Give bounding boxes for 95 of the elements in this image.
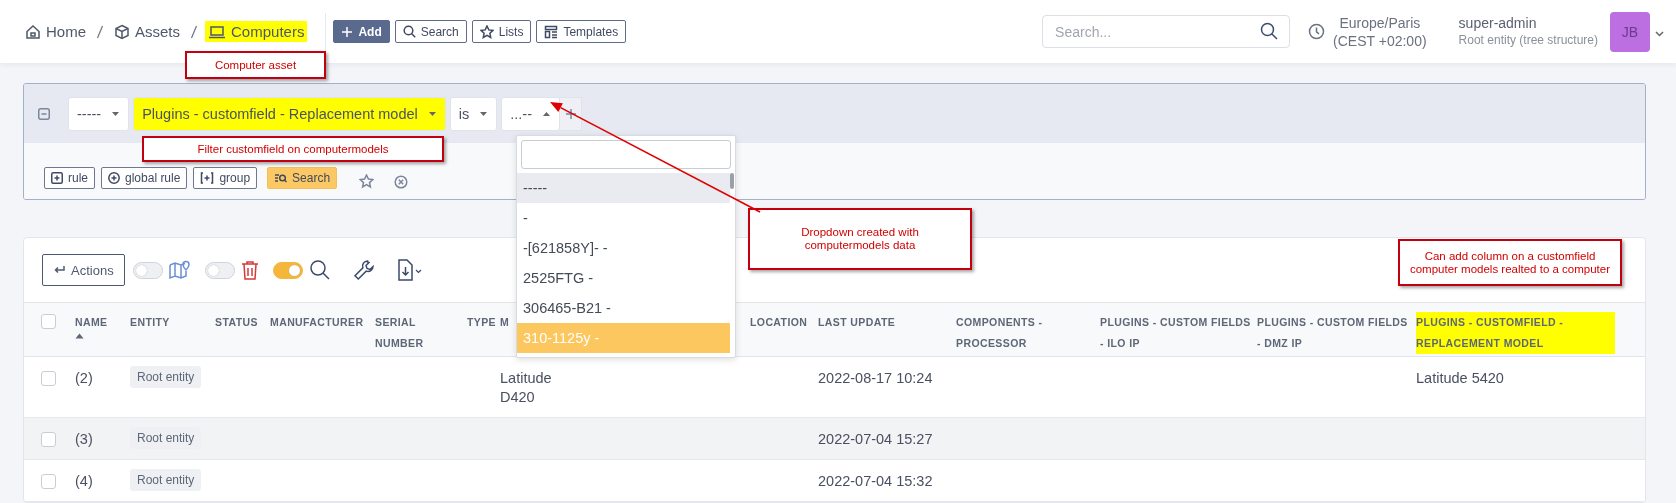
rule-button[interactable]: rule [44,167,95,189]
sort-ascending-icon [75,333,84,339]
return-arrow-icon [53,264,65,276]
user-name: super-admin [1458,14,1538,32]
dropdown-search-field[interactable] [521,140,731,169]
dropdown-option[interactable]: - [517,203,730,233]
entity-badge: Root entity [130,469,202,491]
name-link[interactable]: (4) [75,473,93,489]
plus-square-icon [51,172,63,184]
row-checkbox[interactable] [41,474,56,489]
table-cell: 2022-07-04 15:27 [818,431,933,447]
caret-up-icon [542,110,551,117]
column-header[interactable]: PLUGINS - CUSTOM FIELDS - DMZ IP [1257,312,1410,354]
caret-down-icon [1655,31,1664,37]
column-header[interactable]: ENTITY [130,312,170,333]
breadcrumb-separator [96,24,104,39]
search-field[interactable]: Search... [1042,15,1291,48]
filter-select[interactable]: Plugins - customfield - Replacement model [133,96,446,131]
column-header[interactable]: NAME [75,312,108,333]
plus-icon [341,25,354,38]
plus-icon [564,107,577,120]
dropdown-option[interactable]: 2525FTG - [517,263,730,293]
column-header[interactable]: STATUS [215,312,258,333]
export-file-icon [396,259,423,281]
caret-down-icon [479,110,489,117]
table-cell: 2022-08-17 10:24 [818,370,933,386]
trash-icon [240,260,259,280]
star-icon [359,174,375,189]
filter-select[interactable]: is [449,96,498,131]
search-button[interactable]: Search [267,167,338,189]
name-link[interactable]: (2) [75,370,93,386]
caret-down-icon [111,110,121,117]
column-header[interactable]: TYPE [467,312,497,333]
column-header[interactable]: SERIAL NUMBER [375,312,461,354]
timezone-name: Europe/Paris [1338,13,1422,32]
name-link[interactable]: (3) [75,431,93,447]
user-entity: Root entity (tree structure) [1458,31,1598,49]
filter-select[interactable]: ----- [68,96,130,131]
column-header[interactable]: LAST UPDATE [818,312,896,333]
annotation-callout: Computer asset [185,51,326,79]
clock-icon [1308,23,1326,40]
breadcrumb-separator [190,24,199,39]
toggle-switch[interactable] [132,261,163,279]
home-icon [25,23,41,40]
column-header[interactable]: PLUGINS - CUSTOM FIELDS - ILO IP [1100,312,1251,354]
lists-button[interactable]: Lists [471,20,532,43]
add-criterion-button[interactable] [560,96,582,131]
annotation-callout: Dropdown created with computermodels data [748,208,972,270]
map-pin-icon [168,260,191,280]
add-button[interactable]: Add [333,20,390,43]
column-header[interactable]: M [500,312,510,333]
table-cell-text: Latitude D420 [500,369,553,407]
toggle-switch[interactable] [204,261,235,279]
filter-select[interactable]: ...-- [501,96,560,131]
template-icon [544,24,559,39]
table-cell: Latitude 5420 [1416,370,1504,386]
entity-badge: Root entity [130,366,202,388]
toggle-switch[interactable] [272,261,303,279]
search-icon [308,259,331,281]
column-header[interactable]: LOCATION [750,312,808,333]
search-icon [1260,22,1279,40]
global-rule-button[interactable]: global rule [101,167,188,189]
breadcrumb-link[interactable]: Computers [205,21,308,42]
search-button[interactable]: Search [394,20,467,43]
bracket-plus-icon [200,172,215,184]
breadcrumb-link[interactable]: Assets [111,21,184,42]
group-button[interactable]: group [193,167,258,189]
row-checkbox[interactable] [41,371,56,386]
wrench-icon [352,259,375,281]
laptop-icon [208,23,227,40]
templates-button[interactable]: Templates [536,20,627,43]
column-header[interactable]: MANUFACTURER [270,312,364,333]
annotation-callout: Filter customfield on computermodels [142,136,444,162]
breadcrumb-link[interactable]: Home [22,21,89,42]
close-circle-icon [394,175,409,189]
entity-badge: Root entity [130,427,202,449]
scrollbar-thumb[interactable] [730,173,734,189]
search-icon [402,25,416,38]
dropdown-option[interactable]: 306465-B21 - [517,293,730,323]
star-icon [479,24,494,39]
plus-circle-icon [108,172,120,184]
caret-down-icon [427,110,437,117]
table-cell: 2022-07-04 15:32 [818,473,933,489]
cube-icon [114,23,130,40]
row-checkbox[interactable] [41,432,56,447]
actions-button[interactable]: Actions [42,254,125,286]
dropdown-option[interactable]: -[621858Y]- - [517,233,730,263]
dropdown-option[interactable]: ----- [517,173,730,203]
search-list-icon [274,172,288,184]
collapse-icon [38,107,50,120]
column-header[interactable]: PLUGINS - CUSTOMFIELD - REPLACEMENT MODEL [1416,312,1615,354]
timezone-offset: (CEST +02:00) [1333,31,1427,50]
column-header[interactable]: COMPONENTS - PROCESSOR [956,312,1094,354]
annotation-callout: Can add column on a customfield computer models realted to a computer [1398,239,1622,286]
select-all-checkbox[interactable] [41,314,56,329]
